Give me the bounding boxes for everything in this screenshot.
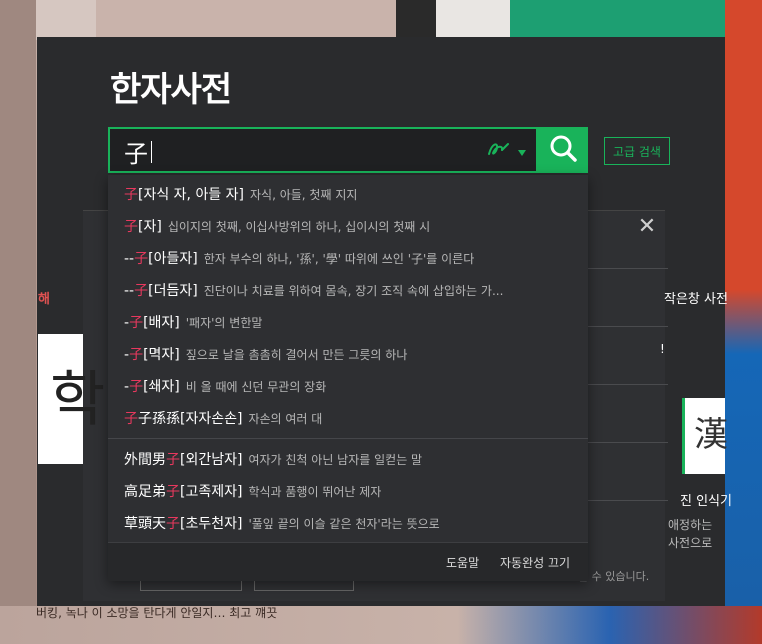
item-hanja: 子	[134, 283, 149, 299]
autocomplete-item[interactable]: -子[멱자] 짚으로 날을 촘촘히 결어서 만든 그릇의 하나	[124, 341, 407, 369]
item-description: 진단이나 치료를 위하여 몸속, 장기 조직 속에 삽입하는 가...	[203, 284, 504, 298]
item-hanja: 子	[134, 251, 149, 267]
advanced-search-button[interactable]: 고급 검색	[604, 137, 670, 165]
text-cursor	[151, 141, 152, 163]
item-hanja: 子	[166, 484, 180, 500]
right-text-1: 진 인식기	[680, 494, 732, 509]
turn-off-autocomplete-link[interactable]: 자동완성 끄기	[500, 554, 570, 571]
autocomplete-item[interactable]: 子[자식 자, 아들 자] 자식, 아들, 첫째 지지	[124, 181, 357, 209]
item-description: 자손의 여러 대	[248, 412, 323, 426]
item-description: 십이지의 첫째, 이십사방위의 하나, 십이시의 첫째 시	[167, 220, 431, 234]
item-prefix: 高足弟	[124, 484, 166, 500]
autocomplete-item[interactable]: --子[아들자] 한자 부수의 하나, '孫', '學' 따위에 쓰인 '子'를 …	[124, 245, 474, 273]
item-hanja: 子	[124, 187, 138, 203]
item-reading: [외간남자]	[180, 452, 243, 468]
item-description: 자식, 아들, 첫째 지지	[250, 188, 358, 202]
right-text-3: 사전으로	[668, 536, 713, 550]
item-description: '풀잎 끝의 이슬 같은 천자'라는 뜻으로	[248, 517, 440, 531]
item-prefix: --	[124, 251, 135, 267]
left-tab-label: 해	[38, 292, 50, 307]
item-description: 비 올 때에 신던 무관의 장화	[185, 380, 327, 394]
item-reading: [배자]	[143, 315, 180, 331]
autocomplete-item[interactable]: 子子孫孫[자자손손] 자손의 여러 대	[124, 405, 322, 433]
page-title: 한자사전	[110, 70, 232, 110]
item-description: 학식과 품행이 뛰어난 제자	[248, 485, 382, 499]
handwriting-pen-icon	[486, 139, 512, 163]
item-reading: [아들자]	[148, 251, 198, 267]
right-tab-label: 작은창 사전	[664, 292, 728, 307]
left-card-glyph: 학	[50, 365, 106, 435]
item-prefix: 草頭天	[124, 516, 166, 532]
autocomplete-item[interactable]: --子[더듬자] 진단이나 치료를 위하여 몸속, 장기 조직 속에 삽입하는 가…	[124, 277, 503, 305]
item-description: '패자'의 변한말	[185, 316, 263, 330]
item-hanja: 子	[166, 516, 180, 532]
item-description: 한자 부수의 하나, '孫', '學' 따위에 쓰인 '子'를 이른다	[203, 252, 475, 266]
search-button[interactable]	[538, 127, 588, 173]
item-hanja: 子	[129, 315, 144, 331]
background-text: 버킹, 녹나 이 소망을 탄다게 안일지… 최고 꺠끗	[36, 606, 278, 620]
handwrite-input-button[interactable]	[486, 139, 530, 163]
item-prefix: 外間男	[124, 452, 166, 468]
item-suffix: 子孫孫	[138, 411, 180, 427]
search-input[interactable]	[124, 135, 454, 167]
item-hanja: 子	[124, 219, 138, 235]
item-reading: [더듬자]	[148, 283, 198, 299]
subpanel-note: 할 수 있습니다.	[578, 570, 650, 583]
close-icon[interactable]: ✕	[636, 216, 658, 238]
item-reading: [자자손손]	[180, 411, 243, 427]
item-reading: [자]	[138, 219, 162, 235]
help-link[interactable]: 도움말	[446, 554, 479, 571]
item-hanja: 子	[129, 379, 144, 395]
magnifier-icon	[549, 134, 577, 166]
caret-down-icon	[517, 142, 527, 161]
autocomplete-item[interactable]: 高足弟子[고족제자] 학식과 품행이 뛰어난 제자	[124, 478, 381, 506]
right-card-glyph: 漢	[694, 415, 728, 455]
autocomplete-item[interactable]: 外間男子[외간남자] 여자가 친척 아닌 남자를 일컫는 말	[124, 446, 422, 474]
right-text-2: 애정하는	[668, 518, 713, 532]
item-hanja: 子	[166, 452, 180, 468]
item-hanja: 子	[124, 411, 138, 427]
autocomplete-item[interactable]: 草頭天子[초두천자] '풀잎 끝의 이슬 같은 천자'라는 뜻으로	[124, 510, 440, 538]
autocomplete-dropdown: 子[자식 자, 아들 자] 자식, 아들, 첫째 지지 子[자] 십이지의 첫째, 이…	[108, 175, 588, 581]
item-reading: [고족제자]	[180, 484, 243, 500]
item-reading: [초두천자]	[180, 516, 243, 532]
item-prefix: --	[124, 283, 135, 299]
item-hanja: 子	[129, 347, 144, 363]
right-mark: !	[660, 342, 665, 356]
autocomplete-item[interactable]: -子[배자] '패자'의 변한말	[124, 309, 262, 337]
autocomplete-footer: 도움말 자동완성 끄기	[108, 542, 588, 581]
item-description: 여자가 친척 아닌 남자를 일컫는 말	[248, 453, 423, 467]
item-reading: [자식 자, 아들 자]	[138, 187, 245, 203]
item-reading: [멱자]	[143, 347, 180, 363]
autocomplete-item[interactable]: 子[자] 십이지의 첫째, 이십사방위의 하나, 십이시의 첫째 시	[124, 213, 430, 241]
autocomplete-item[interactable]: -子[쇄자] 비 올 때에 신던 무관의 장화	[124, 373, 326, 401]
item-description: 짚으로 날을 촘촘히 결어서 만든 그릇의 하나	[185, 348, 408, 362]
search-box	[108, 127, 538, 173]
item-reading: [쇄자]	[143, 379, 180, 395]
autocomplete-separator	[108, 438, 588, 439]
